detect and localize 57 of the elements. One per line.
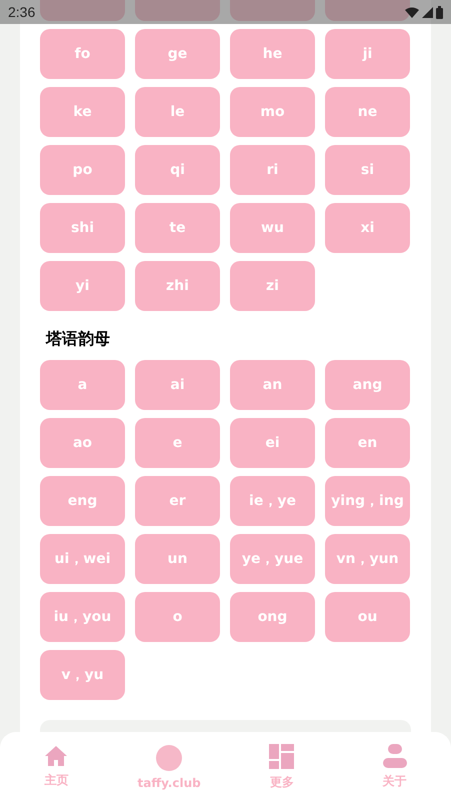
wifi-icon: [405, 6, 419, 18]
syllable-button[interactable]: ie，ye: [230, 476, 315, 526]
syllable-button[interactable]: ang: [325, 360, 410, 410]
nav-item[interactable]: 主页: [0, 732, 113, 802]
syllable-button[interactable]: zhi: [135, 261, 220, 311]
avatar-circle: [156, 744, 182, 770]
home-icon: [44, 745, 68, 767]
syllable-button[interactable]: o: [135, 592, 220, 642]
nav-label: 更多: [270, 774, 294, 790]
person-icon: [382, 744, 407, 768]
nav-label: 主页: [44, 772, 68, 789]
syllable-button[interactable]: xi: [325, 203, 410, 253]
syllable-button[interactable]: ge: [135, 29, 220, 79]
status-time: 2:36: [8, 4, 36, 20]
syllable-button[interactable]: ji: [325, 29, 410, 79]
syllable-button[interactable]: yi: [40, 261, 125, 311]
syllable-button[interactable]: po: [40, 145, 125, 195]
syllable-button[interactable]: vn，yun: [325, 534, 410, 584]
syllable-button[interactable]: an: [230, 360, 315, 410]
nav-item[interactable]: taffy.club: [112, 732, 226, 802]
nav-item[interactable]: 更多: [226, 732, 338, 802]
dashboard-icon: [269, 744, 294, 768]
syllable-button[interactable]: un: [135, 534, 220, 584]
syllable-button[interactable]: ai: [135, 360, 220, 410]
section-title: 塔语韵母: [46, 329, 111, 350]
syllable-button[interactable]: le: [135, 87, 220, 137]
syllable-button[interactable]: si: [325, 145, 410, 195]
syllable-button[interactable]: e: [135, 418, 220, 468]
syllable-button[interactable]: ying，ing: [325, 476, 410, 526]
syllable-button[interactable]: fo: [40, 29, 125, 79]
syllable-button[interactable]: eng: [40, 476, 125, 526]
nav-item[interactable]: 关于: [338, 732, 451, 802]
battery-icon: [436, 6, 443, 18]
syllable-button[interactable]: ou: [325, 592, 410, 642]
syllable-button[interactable]: ri: [230, 145, 315, 195]
nav-label: taffy.club: [138, 776, 201, 790]
syllable-button[interactable]: ne: [325, 87, 410, 137]
syllable-button[interactable]: en: [325, 418, 410, 468]
syllable-button[interactable]: er: [135, 476, 220, 526]
syllable-button[interactable]: ui，wei: [40, 534, 125, 584]
syllable-button[interactable]: ei: [230, 418, 315, 468]
syllable-button[interactable]: ong: [230, 592, 315, 642]
syllable-button[interactable]: ke: [40, 87, 125, 137]
syllable-button[interactable]: ye，yue: [230, 534, 315, 584]
syllable-button[interactable]: ao: [40, 418, 125, 468]
syllable-button[interactable]: zi: [230, 261, 315, 311]
syllable-button[interactable]: qi: [135, 145, 220, 195]
syllable-button[interactable]: a: [40, 360, 125, 410]
syllable-button[interactable]: wu: [230, 203, 315, 253]
nav-label: 关于: [382, 773, 407, 790]
signal-icon: [422, 6, 433, 18]
syllable-button[interactable]: iu，you: [40, 592, 125, 642]
syllable-button[interactable]: he: [230, 29, 315, 79]
syllable-button[interactable]: te: [135, 203, 220, 253]
syllable-button[interactable]: v，yu: [40, 650, 125, 700]
syllable-button[interactable]: mo: [230, 87, 315, 137]
syllable-button[interactable]: shi: [40, 203, 125, 253]
